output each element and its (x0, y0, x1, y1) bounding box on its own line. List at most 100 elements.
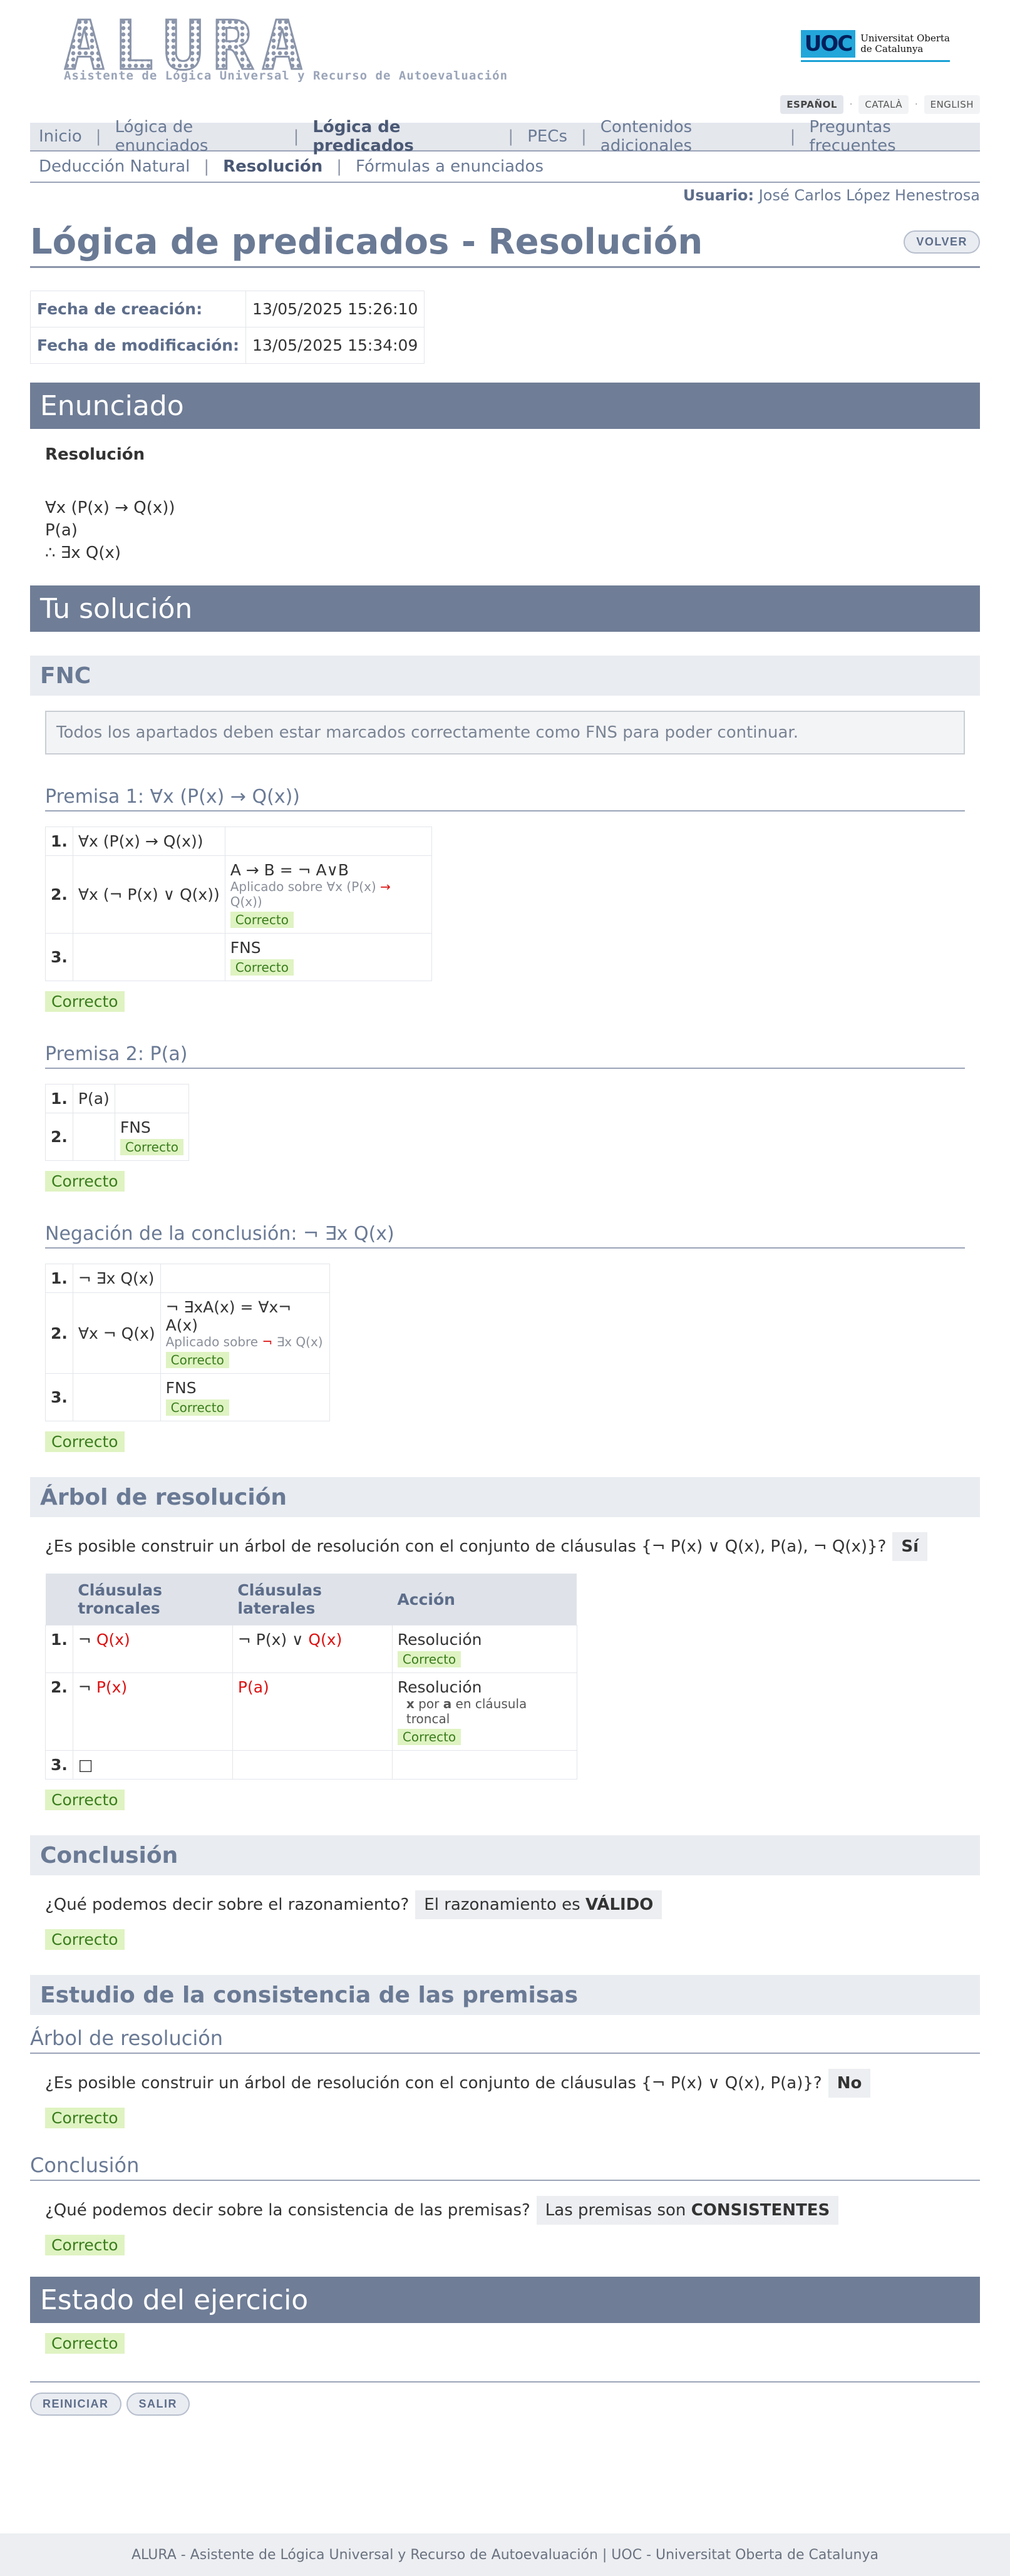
user-label: Usuario: (683, 187, 755, 204)
rule-text: FNS (230, 939, 261, 957)
table-row: 1. ∀x (P(x) → Q(x)) (45, 827, 432, 856)
nav-pecs[interactable]: PECs (527, 127, 567, 146)
applied-tail: Q(x)) (230, 894, 262, 909)
negacion-table: 1. ¬ ∃x Q(x) 2. ∀x ¬ Q(x) ¬ ∃xA(x) = ∀x¬… (45, 1264, 330, 1421)
action-cell: Resolución x por a en cláusula troncal C… (391, 1672, 577, 1751)
dates-table: Fecha de creación: 13/05/2025 15:26:10 F… (29, 291, 425, 364)
clause-text: ¬ (78, 1631, 96, 1649)
step-formula (72, 933, 225, 981)
consistencia-answer1: No (828, 2069, 871, 2098)
step-rule (224, 827, 432, 856)
consistencia-q1-row: ¿Es posible construir un árbol de resolu… (45, 2069, 965, 2098)
step-formula (72, 1373, 161, 1421)
nav-logica-predicados[interactable]: Lógica de predicados (312, 118, 494, 155)
answer-text: Las premisas son (545, 2201, 691, 2220)
premisa2-result: Correcto (45, 1171, 125, 1192)
nav-separator: | (336, 157, 343, 176)
answer-value: CONSISTENTES (691, 2201, 830, 2220)
correct-badge: Correcto (165, 1352, 229, 1368)
action-text: Resolución (397, 1678, 482, 1696)
lang-es[interactable]: ESPAÑOL (780, 95, 843, 114)
step-number: 1. (45, 1264, 73, 1293)
row-number: 2. (45, 1672, 73, 1751)
consistencia-arbol-heading: Árbol de resolución (30, 2026, 980, 2054)
enunciado-band: Enunciado (30, 383, 980, 429)
table-row: Fecha de creación: 13/05/2025 15:26:10 (29, 291, 425, 327)
consistencia-result1: Correcto (45, 2108, 125, 2128)
subnav-deduccion-natural[interactable]: Deducción Natural (39, 157, 190, 176)
solucion-band: Tu solución (30, 585, 980, 632)
rule-text: A → B = ¬ A∨B (230, 861, 349, 879)
conclusion-result: Correcto (45, 1929, 125, 1950)
lateral-clause: ¬ P(x) ∨ Q(x) (232, 1625, 393, 1673)
enunciado-content: Resolución ∀x (P(x) → Q(x)) P(a) ∴ ∃x Q(… (30, 445, 980, 564)
enunciado-line: ∴ ∃x Q(x) (45, 544, 121, 562)
conclusion-answer: El razonamiento es VÁLIDO (415, 1890, 662, 1919)
enunciado-line: P(a) (45, 521, 78, 540)
created-value: 13/05/2025 15:26:10 (245, 291, 425, 327)
table-row: 2. ¬ P(x) P(a) Resolución x por a en clá… (45, 1672, 577, 1751)
troncal-clause: ¬ P(x) (72, 1672, 233, 1751)
substitution-note: x por a en cláusula troncal (406, 1696, 572, 1726)
exit-button[interactable]: SALIR (126, 2393, 190, 2416)
applied-text: Aplicado sobre (165, 1334, 262, 1349)
correct-badge: Correcto (165, 1399, 229, 1416)
col-number (45, 1574, 73, 1625)
action-text: Resolución (397, 1631, 482, 1649)
note-text: por (414, 1696, 443, 1711)
table-row: 1. P(a) (45, 1084, 190, 1113)
fnc-band: FNC (30, 656, 980, 696)
uoc-mark: UOC (800, 30, 856, 58)
arbol-answer: Sí (892, 1532, 928, 1561)
nav-logica-enunciados[interactable]: Lógica de enunciados (115, 118, 280, 155)
title-row: Lógica de predicados - Resolución VOLVER (30, 222, 980, 268)
correct-badge: Correcto (230, 912, 294, 928)
reset-button[interactable]: REINICIAR (30, 2393, 121, 2416)
lang-en[interactable]: ENGLISH (924, 95, 980, 114)
uoc-name-line2: de Catalunya (860, 43, 924, 54)
col-laterales: Cláusulas laterales (232, 1574, 393, 1625)
language-switcher: ESPAÑOL · CATALÀ · ENGLISH (30, 95, 980, 114)
table-row: 2. FNS Correcto (45, 1113, 190, 1161)
step-rule: ¬ ∃xA(x) = ∀x¬ A(x) Aplicado sobre ¬ ∃x … (160, 1292, 330, 1374)
clause-highlight: P(a) (237, 1678, 269, 1696)
resolution-tree-table: Cláusulas troncales Cláusulas laterales … (45, 1574, 577, 1780)
step-formula: ∀x ¬ Q(x) (72, 1292, 161, 1374)
negacion-result: Correcto (45, 1431, 125, 1452)
applied-on: Aplicado sobre ¬ ∃x Q(x) (166, 1334, 324, 1349)
header: ALURA Asistente de Lógica Universal y Re… (30, 0, 980, 94)
nav-separator: | (95, 127, 101, 146)
clause-highlight: Q(x) (308, 1631, 343, 1649)
premisa2-table: 1. P(a) 2. FNS Correcto (45, 1084, 190, 1161)
main-nav: Inicio | Lógica de enunciados | Lógica d… (30, 118, 980, 155)
consistencia-conclusion-heading: Conclusión (30, 2153, 980, 2181)
applied-highlight: ¬ (262, 1334, 273, 1349)
uoc-logo[interactable]: UOC Universitat Oberta de Catalunya (800, 30, 950, 62)
step-number: 2. (45, 855, 73, 934)
uoc-name-line1: Universitat Oberta (860, 32, 950, 44)
nav-contenidos-adicionales[interactable]: Contenidos adicionales (600, 118, 776, 155)
step-number: 3. (45, 1373, 73, 1421)
sub-nav: Deducción Natural | Resolución | Fórmula… (30, 152, 980, 183)
col-accion: Acción (392, 1574, 577, 1625)
clause-highlight: P(x) (96, 1678, 128, 1696)
nav-preguntas-frecuentes[interactable]: Preguntas frecuentes (809, 118, 971, 155)
step-number: 1. (45, 1084, 73, 1113)
nav-separator: | (790, 127, 796, 146)
back-button[interactable]: VOLVER (904, 230, 980, 254)
table-row: 3. FNS Correcto (45, 933, 432, 981)
estado-result: Correcto (45, 2333, 125, 2354)
nav-separator: | (508, 127, 514, 146)
step-number: 2. (45, 1113, 73, 1161)
step-number: 1. (45, 827, 73, 856)
step-formula: P(a) (72, 1084, 115, 1113)
table-row: 3. □ (45, 1750, 577, 1780)
table-row: 2. ∀x ¬ Q(x) ¬ ∃xA(x) = ∀x¬ A(x) Aplicad… (45, 1292, 330, 1374)
nav-inicio[interactable]: Inicio (39, 127, 82, 146)
subnav-formulas-enunciados[interactable]: Fórmulas a enunciados (356, 157, 544, 176)
subnav-resolucion[interactable]: Resolución (223, 157, 322, 176)
troncal-clause: ¬ Q(x) (72, 1625, 233, 1673)
lang-ca[interactable]: CATALÀ (858, 95, 909, 114)
step-rule: A → B = ¬ A∨B Aplicado sobre ∀x (P(x) → … (224, 855, 432, 934)
footer-text: ALURA - Asistente de Lógica Universal y … (131, 2547, 879, 2563)
